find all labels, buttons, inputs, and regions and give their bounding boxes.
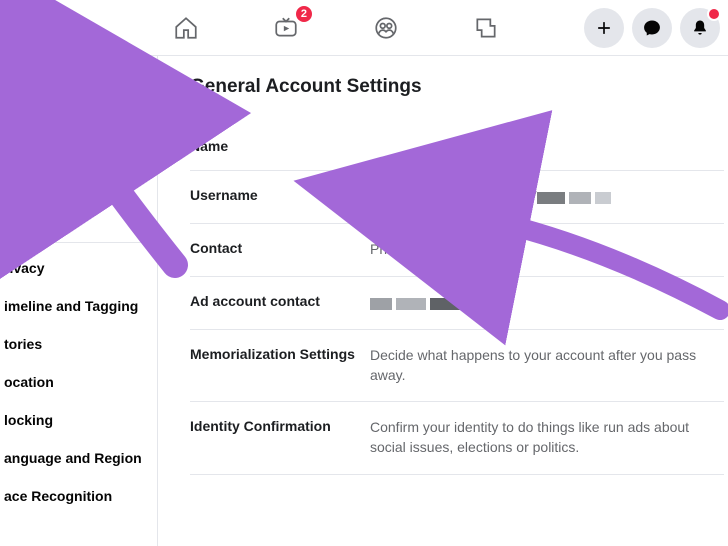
search-button[interactable] (8, 8, 48, 48)
row-contact-value: Primary (370, 240, 724, 260)
row-memorial[interactable]: Memorialization Settings Decide what hap… (190, 330, 724, 402)
sidebar-divider (0, 242, 157, 243)
row-memorial-label: Memorialization Settings (190, 346, 370, 362)
right-actions (584, 8, 720, 48)
sidebar-item-general[interactable]: eneral (0, 106, 157, 144)
sidebar-item-face[interactable]: ace Recognition (0, 477, 157, 515)
row-memorial-value: Decide what happens to your account afte… (370, 346, 724, 385)
sidebar-item-blocking[interactable]: locking (0, 401, 157, 439)
page-title: General Account Settings (190, 76, 724, 98)
row-username-value: https://www.facebook.com/ (370, 187, 724, 207)
sidebar-item-your-info[interactable]: our Facebook formation (0, 182, 157, 236)
sidebar-item-privacy[interactable]: rivacy (0, 249, 157, 287)
sidebar-item-security[interactable]: ecurity and Login (0, 144, 157, 182)
watch-badge: 2 (296, 6, 312, 22)
messenger-button[interactable] (632, 8, 672, 48)
sidebar: ngs eneral ecurity and Login our Faceboo… (0, 56, 158, 546)
row-username[interactable]: Username https://www.facebook.com/ (190, 171, 724, 224)
row-adcontact-value (370, 293, 724, 313)
sidebar-item-location[interactable]: ocation (0, 363, 157, 401)
row-name[interactable]: Name (190, 122, 724, 171)
sidebar-item-stories[interactable]: tories (0, 325, 157, 363)
main-area: ngs eneral ecurity and Login our Faceboo… (0, 56, 728, 546)
nav-gaming[interactable] (466, 8, 506, 48)
nav-home[interactable] (166, 8, 206, 48)
row-name-label: Name (190, 138, 370, 154)
plus-icon (594, 18, 614, 38)
nav-groups[interactable] (366, 8, 406, 48)
row-adcontact[interactable]: Ad account contact (190, 277, 724, 330)
redacted-adcontact (370, 294, 496, 314)
search-icon (19, 19, 37, 37)
row-identity-value: Confirm your identity to do things like … (370, 418, 724, 457)
sidebar-title: ngs (0, 70, 157, 106)
gaming-icon (473, 15, 499, 41)
row-username-label: Username (190, 187, 370, 203)
redacted-contact (418, 241, 440, 261)
notification-dot (707, 7, 721, 21)
watch-icon (273, 15, 299, 41)
row-identity-label: Identity Confirmation (190, 418, 370, 434)
row-adcontact-label: Ad account contact (190, 293, 370, 309)
row-contact-label: Contact (190, 240, 370, 256)
row-identity[interactable]: Identity Confirmation Confirm your ident… (190, 402, 724, 474)
username-prefix: https://www.facebook.com/ (370, 188, 537, 204)
sidebar-item-language[interactable]: anguage and Region (0, 439, 157, 477)
notifications-button[interactable] (680, 8, 720, 48)
redacted-username (537, 188, 615, 208)
home-icon (173, 15, 199, 41)
contact-prefix: Primary (370, 241, 418, 257)
groups-icon (373, 15, 399, 41)
messenger-icon (642, 18, 662, 38)
center-nav: 2 (96, 8, 576, 48)
content: General Account Settings Name Username h… (158, 56, 728, 546)
create-button[interactable] (584, 8, 624, 48)
row-contact[interactable]: Contact Primary (190, 224, 724, 277)
nav-watch[interactable]: 2 (266, 8, 306, 48)
sidebar-item-timeline[interactable]: imeline and Tagging (0, 287, 157, 325)
bell-icon (690, 18, 710, 38)
topbar: 2 (0, 0, 728, 56)
